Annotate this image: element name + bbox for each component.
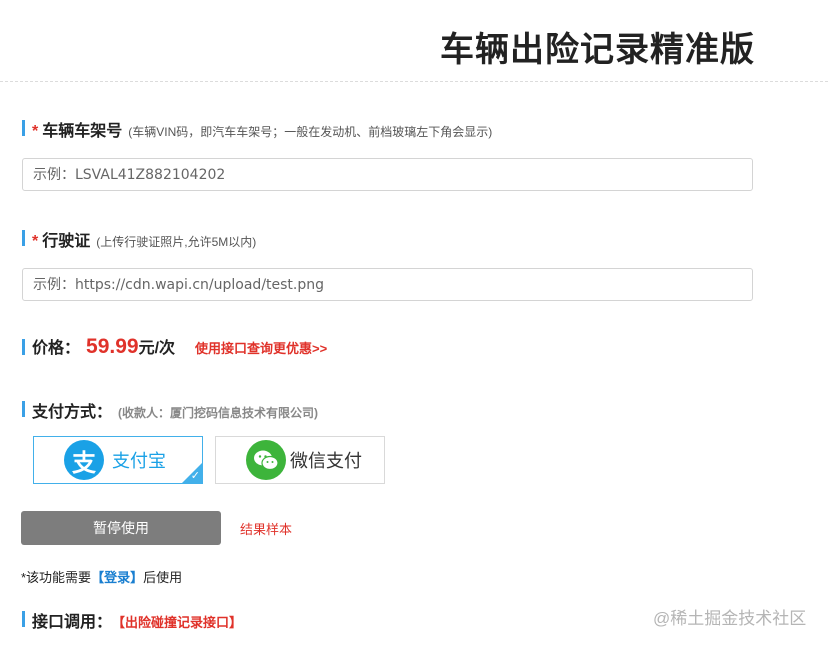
license-label-row: * 行驶证 (上传行驶证照片,允许5M以内) bbox=[22, 227, 256, 251]
required-mark: * bbox=[32, 233, 39, 250]
vin-label-text: 车辆车架号 bbox=[42, 123, 123, 140]
api-row: 接口调用： 【出险碰撞记录接口】 bbox=[22, 608, 242, 632]
license-hint: (上传行驶证照片,允许5M以内) bbox=[96, 235, 257, 249]
alipay-icon: 支 bbox=[64, 440, 104, 480]
result-sample-link[interactable]: 结果样本 bbox=[240, 519, 292, 538]
vin-hint: (车辆VIN码，即汽车车架号；一般在发动机、前档玻璃左下角会显示) bbox=[128, 125, 493, 139]
page-header: 车辆出险记录精准版 bbox=[0, 0, 828, 82]
check-icon: ✓ bbox=[190, 470, 200, 482]
wechat-name: 微信支付 bbox=[290, 451, 362, 471]
alipay-option[interactable]: 支 支付宝 ✓ bbox=[33, 436, 203, 484]
vin-input[interactable] bbox=[22, 158, 753, 191]
watermark: @稀土掘金技术社区 bbox=[653, 609, 807, 628]
section-accent-bar bbox=[22, 230, 25, 246]
section-accent-bar bbox=[22, 120, 25, 136]
required-mark: * bbox=[32, 123, 39, 140]
price-label: 价格： bbox=[32, 340, 81, 357]
wechat-icon bbox=[246, 440, 286, 480]
price-unit: 元/次 bbox=[138, 340, 176, 357]
page-title: 车辆出险记录精准版 bbox=[440, 30, 755, 70]
license-label: * 行驶证 bbox=[32, 227, 90, 251]
api-label: 接口调用： bbox=[32, 614, 113, 631]
alipay-name: 支付宝 bbox=[112, 451, 166, 471]
pause-button[interactable]: 暂停使用 bbox=[21, 511, 221, 545]
payee-hint: (收款人：厦门挖码信息技术有限公司) bbox=[118, 406, 319, 420]
vin-label: * 车辆车架号 bbox=[32, 117, 122, 141]
license-url-input[interactable] bbox=[22, 268, 753, 301]
payment-label-row: 支付方式： (收款人：厦门挖码信息技术有限公司) bbox=[22, 398, 318, 422]
notice-suffix: 后使用 bbox=[143, 570, 183, 585]
notice-prefix: *该功能需要 bbox=[21, 570, 92, 585]
vin-label-row: * 车辆车架号 (车辆VIN码，即汽车车架号；一般在发动机、前档玻璃左下角会显示) bbox=[22, 117, 492, 141]
payment-label: 支付方式： bbox=[32, 404, 113, 421]
license-label-text: 行驶证 bbox=[42, 233, 91, 250]
section-accent-bar bbox=[22, 339, 25, 355]
login-link[interactable]: 【登录】 bbox=[91, 570, 143, 585]
section-accent-bar bbox=[22, 611, 25, 627]
section-accent-bar bbox=[22, 401, 25, 417]
wechat-option[interactable]: 微信支付 bbox=[215, 436, 385, 484]
price-row: 价格： 59.99 元/次 使用接口查询更优惠>> bbox=[22, 334, 327, 359]
login-notice: *该功能需要【登录】后使用 bbox=[21, 567, 182, 586]
api-doc-link[interactable]: 【出险碰撞记录接口】 bbox=[112, 612, 242, 631]
price-value: 59.99 bbox=[86, 335, 139, 358]
api-promo-link[interactable]: 使用接口查询更优惠>> bbox=[195, 338, 327, 357]
